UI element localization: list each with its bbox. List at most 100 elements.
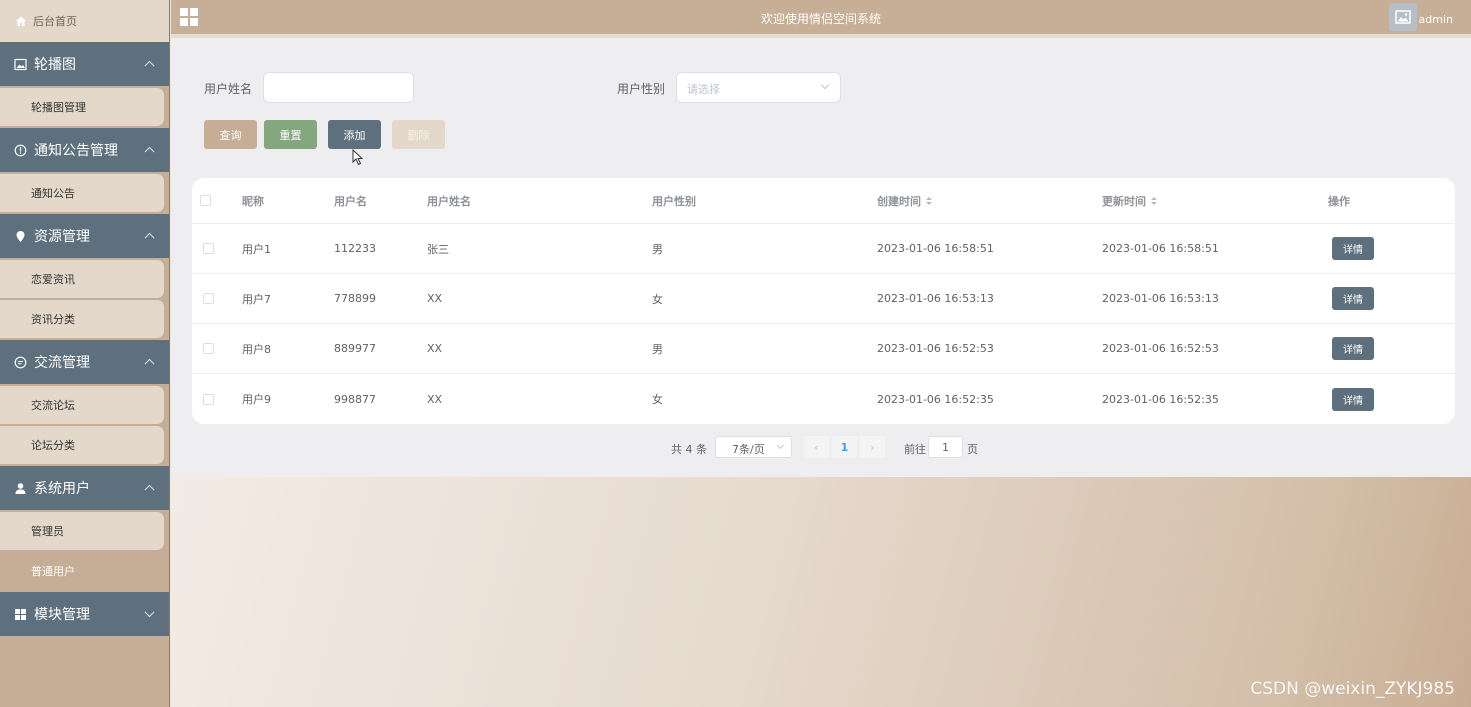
chevron-up-icon <box>144 484 155 495</box>
sort-icon[interactable] <box>926 196 932 206</box>
search-gender-select[interactable]: 请选择 <box>676 72 841 103</box>
sidebar-item-forum[interactable]: 交流论坛 <box>0 386 164 424</box>
table-row: 用户1 112233 张三 男 2023-01-06 16:58:51 2023… <box>192 224 1455 274</box>
sidebar-group-label: 通知公告管理 <box>34 143 118 159</box>
cell-gender: 女 <box>652 393 663 406</box>
sort-icon[interactable] <box>1151 196 1157 206</box>
cell-created: 2023-01-06 16:52:35 <box>877 392 994 406</box>
page-number-button[interactable]: 1 <box>832 436 857 458</box>
delete-button[interactable]: 删除 <box>392 120 445 149</box>
detail-button[interactable]: 详情 <box>1332 237 1374 260</box>
cell-created: 2023-01-06 16:52:53 <box>877 342 994 355</box>
home-icon <box>15 15 27 27</box>
sidebar-item-news-category[interactable]: 资讯分类 <box>0 300 164 338</box>
row-checkbox[interactable] <box>203 224 214 273</box>
chevron-up-icon <box>144 60 155 71</box>
sidebar-item-normal-users[interactable]: 普通用户 <box>0 552 164 590</box>
detail-button[interactable]: 详情 <box>1332 287 1374 310</box>
search-name-input[interactable] <box>263 72 414 103</box>
cell-gender: 男 <box>652 342 663 356</box>
query-button[interactable]: 查询 <box>204 120 257 149</box>
col-username: 用户名 <box>334 194 367 208</box>
select-placeholder: 请选择 <box>687 83 720 96</box>
chevron-up-icon <box>144 146 155 157</box>
goto-unit: 页 <box>967 443 978 456</box>
sidebar-group-modules[interactable]: 模块管理 <box>0 592 169 636</box>
image-icon <box>14 58 27 71</box>
sidebar-group-notice[interactable]: 通知公告管理 <box>0 128 169 172</box>
sidebar-group-carousel[interactable]: 轮播图 <box>0 42 169 86</box>
chevron-down-icon <box>144 607 155 618</box>
sidebar-item-label: 资讯分类 <box>31 313 75 326</box>
sidebar-group-label: 系统用户 <box>34 481 90 497</box>
col-updated[interactable]: 更新时间 <box>1102 178 1157 223</box>
next-page-button[interactable]: › <box>860 436 885 458</box>
sidebar-item-forum-category[interactable]: 论坛分类 <box>0 426 164 464</box>
sidebar-item-label: 交流论坛 <box>31 399 75 412</box>
sidebar-item-carousel-manage[interactable]: 轮播图管理 <box>0 88 164 126</box>
cell-username: 889977 <box>334 342 376 355</box>
sidebar: 后台首页 轮播图 轮播图管理 通知公告管理 通知公告 资源管理 恋爱资讯 资讯分… <box>0 0 170 707</box>
row-checkbox[interactable] <box>203 374 214 424</box>
page-title: 欢迎使用情侣空间系统 <box>760 12 881 26</box>
chevron-down-icon <box>820 80 830 90</box>
chevron-up-icon <box>144 358 155 369</box>
cell-updated: 2023-01-06 16:52:35 <box>1102 392 1219 406</box>
cell-nickname: 用户7 <box>242 292 271 306</box>
sidebar-group-system-users[interactable]: 系统用户 <box>0 466 169 510</box>
cell-nickname: 用户9 <box>242 393 271 406</box>
sidebar-item-label: 普通用户 <box>31 565 75 578</box>
select-all-checkbox[interactable] <box>200 178 211 223</box>
cell-gender: 女 <box>652 292 663 306</box>
cell-name: XX <box>427 342 443 355</box>
mouse-cursor-icon <box>352 149 364 166</box>
sidebar-group-label: 资源管理 <box>34 229 90 245</box>
cell-name: XX <box>427 392 443 406</box>
add-button[interactable]: 添加 <box>328 120 381 149</box>
chevron-left-icon: ‹ <box>814 440 819 454</box>
sidebar-item-notice[interactable]: 通知公告 <box>0 174 164 212</box>
col-name: 用户姓名 <box>427 194 471 208</box>
detail-button[interactable]: 详情 <box>1332 387 1374 411</box>
cell-username: 998877 <box>334 392 376 406</box>
col-created-label: 创建时间 <box>877 194 921 208</box>
col-gender: 用户性别 <box>652 194 696 208</box>
sidebar-group-communication[interactable]: 交流管理 <box>0 340 169 384</box>
cell-created: 2023-01-06 16:58:51 <box>877 242 994 255</box>
prev-page-button[interactable]: ‹ <box>804 436 829 458</box>
cell-updated: 2023-01-06 16:58:51 <box>1102 242 1219 255</box>
chat-icon <box>14 356 27 369</box>
search-gender-label: 用户性别 <box>617 82 666 96</box>
sidebar-group-label: 交流管理 <box>34 355 90 371</box>
sidebar-item-label: 管理员 <box>31 525 64 538</box>
sidebar-group-resources[interactable]: 资源管理 <box>0 214 169 258</box>
col-action: 操作 <box>1328 194 1350 208</box>
background-area <box>171 477 1471 707</box>
top-bar: 欢迎使用情侣空间系统 admin <box>171 0 1471 38</box>
sidebar-item-admin[interactable]: 管理员 <box>0 512 164 550</box>
cell-nickname: 用户1 <box>242 242 271 256</box>
sidebar-item-love-news[interactable]: 恋爱资讯 <box>0 260 164 298</box>
cell-name: XX <box>427 292 443 305</box>
goto-page-input[interactable]: 1 <box>928 436 963 458</box>
sidebar-item-label: 通知公告 <box>31 187 75 200</box>
user-name[interactable]: admin <box>1419 13 1453 26</box>
page-size-select[interactable]: 7条/页 <box>715 436 792 458</box>
sidebar-item-label: 论坛分类 <box>31 439 75 452</box>
table-row: 用户9 998877 XX 女 2023-01-06 16:52:35 2023… <box>192 374 1455 424</box>
detail-button[interactable]: 详情 <box>1332 337 1374 360</box>
pagination-total: 共 4 条 <box>671 443 707 456</box>
cell-username: 778899 <box>334 292 376 305</box>
reset-button[interactable]: 重置 <box>264 120 317 149</box>
avatar[interactable] <box>1389 3 1417 31</box>
sidebar-item-home[interactable]: 后台首页 <box>0 0 169 42</box>
cell-name: 张三 <box>427 242 449 256</box>
row-checkbox[interactable] <box>203 324 214 373</box>
table-row: 用户8 889977 XX 男 2023-01-06 16:52:53 2023… <box>192 324 1455 374</box>
table-row: 用户7 778899 XX 女 2023-01-06 16:53:13 2023… <box>192 274 1455 324</box>
table-header: 昵称 用户名 用户姓名 用户性别 创建时间 更新时间 操作 <box>192 178 1455 224</box>
row-checkbox[interactable] <box>203 274 214 323</box>
goto-label: 前往 <box>904 443 926 456</box>
info-icon <box>14 144 27 157</box>
col-created[interactable]: 创建时间 <box>877 178 932 223</box>
